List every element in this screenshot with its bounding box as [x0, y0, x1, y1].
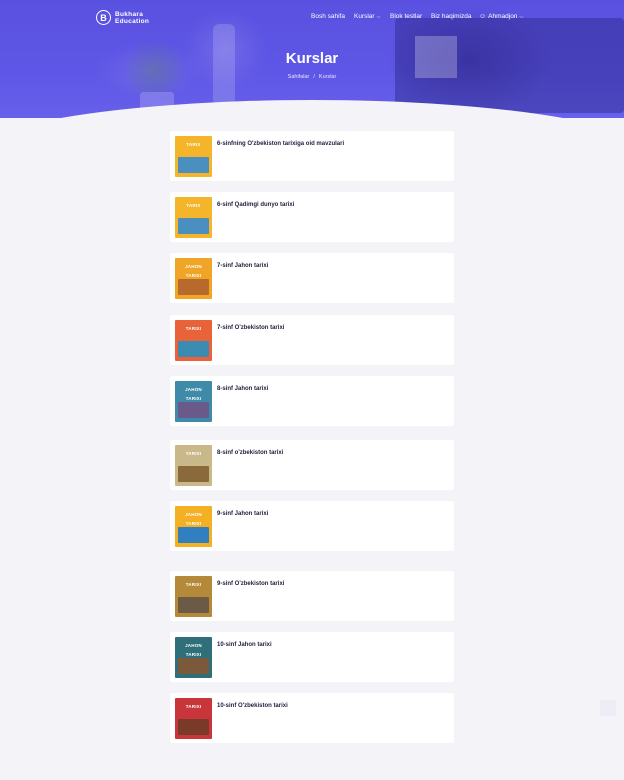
course-cover-art [178, 466, 209, 482]
breadcrumb: Sahifalar / Kurslar [0, 74, 624, 80]
course-card[interactable]: JAHON TARIXI 10-sinf Jahon tarixi [170, 632, 454, 682]
breadcrumb-separator: / [313, 74, 315, 80]
course-title[interactable]: 7-sinf Jahon tarixi [217, 263, 268, 269]
chevron-down-icon: ⌵ [376, 13, 381, 20]
nav-home-label: Bosh sahifa [311, 13, 345, 20]
course-cover-art [178, 341, 209, 357]
course-cover-label: TARIX [186, 203, 201, 208]
course-card[interactable]: TARIX 6-sinfning O'zbekiston tarixiga oid… [170, 131, 454, 181]
course-card[interactable]: JAHON TARIXI 9-sinf Jahon tarixi [170, 501, 454, 551]
course-cover-image[interactable]: JAHON TARIXI [175, 258, 212, 299]
course-cover-art [178, 279, 209, 295]
course-cover-label: JAHON TARIXI [185, 264, 202, 278]
course-cover-image[interactable]: JAHON TARIXI [175, 506, 212, 547]
main-nav: Bosh sahifa Kurslar ⌵ Blok testlar Biz h… [0, 13, 624, 23]
course-cover-image[interactable]: TARIXI [175, 320, 212, 361]
course-cover-art [178, 402, 209, 418]
course-cover-label: JAHON TARIXI [185, 387, 202, 401]
nav-home[interactable]: Bosh sahifa [311, 13, 345, 20]
nav-user-label: Ahmadjon [488, 13, 518, 20]
course-cover-image[interactable]: TARIXI [175, 698, 212, 739]
nav-tests[interactable]: Blok testlar [390, 13, 422, 20]
course-title[interactable]: 6-sinfning O'zbekiston tarixiga oid mavz… [217, 141, 344, 147]
course-cover-art [178, 719, 209, 735]
course-title[interactable]: 6-sinf Qadimgi dunyo tarixi [217, 202, 294, 208]
chevron-down-icon: ⌵ [519, 13, 524, 20]
course-cover-image[interactable]: TARIXI [175, 445, 212, 486]
course-cover-image[interactable]: TARIXI [175, 576, 212, 617]
course-card[interactable]: TARIXI 10-sinf O'zbekiston tarixi [170, 693, 454, 743]
course-cover-image[interactable]: TARIX [175, 197, 212, 238]
course-title[interactable]: 7-sinf O'zbekiston tarixi [217, 325, 284, 331]
breadcrumb-home[interactable]: Sahifalar [288, 74, 310, 80]
course-cover-label: TARIX [186, 142, 201, 147]
course-title[interactable]: 10-sinf Jahon tarixi [217, 642, 272, 648]
course-title[interactable]: 9-sinf Jahon tarixi [217, 511, 268, 517]
course-cover-art [178, 157, 209, 173]
course-cover-art [178, 658, 209, 674]
course-cover-image[interactable]: JAHON TARIXI [175, 381, 212, 422]
course-title[interactable]: 8-sinf o'zbekiston tarixi [217, 450, 283, 456]
course-cover-label: TARIXI [185, 704, 202, 709]
course-card[interactable]: TARIXI 7-sinf O'zbekiston tarixi [170, 315, 454, 365]
course-cover-label: TARIXI [185, 582, 202, 587]
hero-banner: B Bukhara Education Bosh sahifa Kurslar … [0, 0, 624, 118]
course-cover-art [178, 597, 209, 613]
course-cover-image[interactable]: TARIX [175, 136, 212, 177]
course-cover-image[interactable]: JAHON TARIXI [175, 637, 212, 678]
nav-courses-label: Kurslar [354, 13, 375, 20]
course-card[interactable]: TARIXI 9-sinf O'zbekiston tarixi [170, 571, 454, 621]
breadcrumb-current: Kurslar [318, 74, 337, 80]
course-title[interactable]: 10-sinf O'zbekiston tarixi [217, 703, 288, 709]
course-cover-label: JAHON TARIXI [185, 643, 202, 657]
page-title: Kurslar [285, 50, 339, 67]
course-cover-art [178, 527, 209, 543]
course-cover-label: TARIXI [185, 326, 202, 331]
course-card[interactable]: JAHON TARIXI 8-sinf Jahon tarixi [170, 376, 454, 426]
nav-courses[interactable]: Kurslar ⌵ [354, 13, 380, 20]
course-card[interactable]: JAHON TARIXI 7-sinf Jahon tarixi [170, 253, 454, 303]
nav-tests-label: Blok testlar [390, 13, 423, 20]
course-cover-art [178, 218, 209, 234]
scroll-top-button[interactable] [600, 700, 616, 716]
nav-about[interactable]: Biz haqimizda [431, 13, 471, 20]
course-card[interactable]: TARIXI 8-sinf o'zbekiston tarixi [170, 440, 454, 490]
course-title[interactable]: 8-sinf Jahon tarixi [217, 386, 268, 392]
course-cover-label: JAHON TARIXI [185, 512, 202, 526]
course-cover-label: TARIXI [185, 451, 202, 456]
nav-user[interactable]: ☺ Ahmadjon ⌵ [479, 13, 523, 20]
course-card[interactable]: TARIX 6-sinf Qadimgi dunyo tarixi [170, 192, 454, 242]
course-title[interactable]: 9-sinf O'zbekiston tarixi [217, 581, 284, 587]
nav-about-label: Biz haqimizda [431, 13, 472, 20]
user-icon: ☺ [479, 13, 487, 20]
